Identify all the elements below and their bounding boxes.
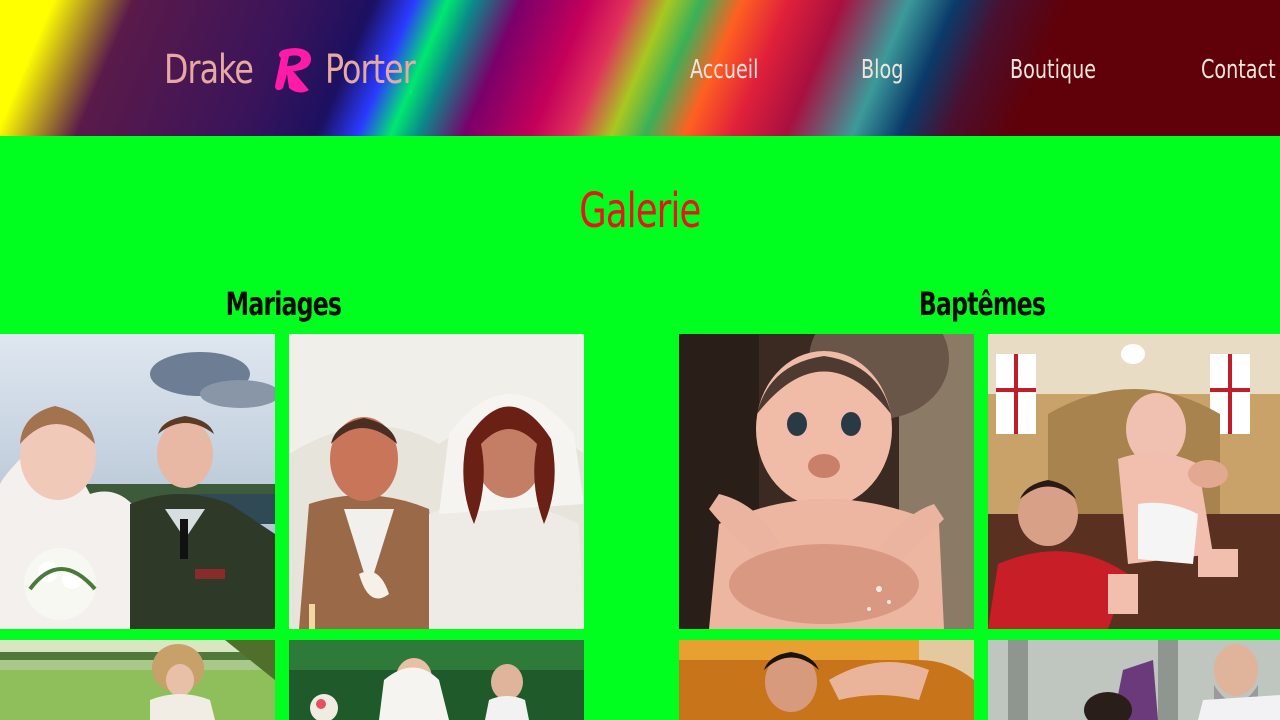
gallery-photo-wedding-couple-2[interactable] [289,334,584,629]
page-title-text: Galerie [579,183,701,239]
gallery-photo-wedding-garden[interactable] [289,640,584,720]
section-title-baptemes: Baptêmes [688,282,1276,326]
gallery-photo-wedding-field[interactable] [0,640,275,720]
page-title: Galerie [0,176,1280,246]
gallery-photo-baptism-priest[interactable] [679,640,974,720]
section-title-baptemes-text: Baptêmes [918,285,1046,323]
nav-link-accueil[interactable]: Accueil [690,48,758,92]
gallery-photo-baptism-baby-1[interactable] [679,334,974,629]
site-header: Drake Porter Accueil Blog Boutique Conta… [0,0,1280,136]
section-title-mariages-text: Mariages [225,285,341,323]
main-nav: Accueil Blog Boutique Contact [0,48,1280,92]
gallery-photo-baptism-church[interactable] [988,640,1280,720]
nav-link-boutique[interactable]: Boutique [1010,48,1096,92]
section-title-mariages: Mariages [0,282,566,326]
nav-link-contact[interactable]: Contact [1201,48,1276,92]
gallery-photo-baptism-baby-2[interactable] [988,334,1280,629]
nav-link-blog[interactable]: Blog [861,48,903,92]
gallery-photo-wedding-couple-1[interactable] [0,334,275,629]
